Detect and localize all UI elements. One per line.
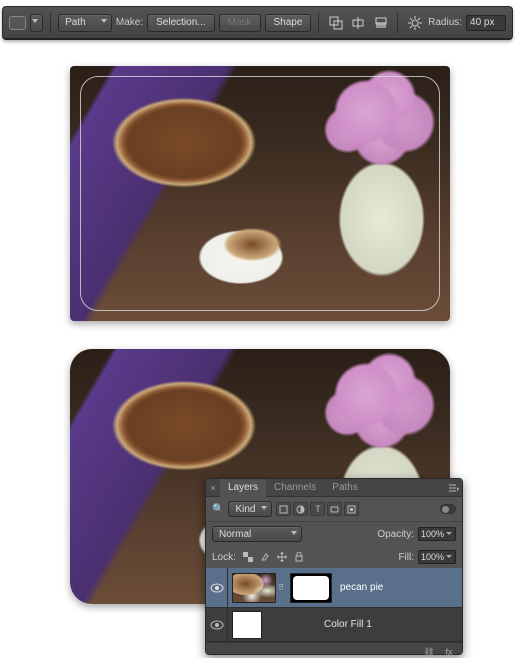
panel-close-icon[interactable]: × <box>206 483 220 493</box>
rounded-rectangle-path[interactable] <box>80 76 440 311</box>
lock-label: Lock: <box>212 552 236 563</box>
layer-thumbnail[interactable] <box>232 573 276 603</box>
filter-icons: T <box>276 502 359 516</box>
filter-row: 🔍 Kind T <box>206 497 462 521</box>
path-arrangement-icon[interactable] <box>372 14 391 32</box>
selection-button[interactable]: Selection... <box>147 14 214 32</box>
panel-header: × Layers Channels Paths <box>206 479 462 497</box>
panel-footer: ⛓ fx <box>206 642 462 654</box>
make-label: Make: <box>116 17 143 28</box>
lock-all-icon[interactable] <box>291 550 307 564</box>
filter-kind-label: Kind <box>235 504 255 515</box>
fill-label: Fill: <box>398 552 414 563</box>
path-operations-icon[interactable] <box>326 14 345 32</box>
lock-pixels-icon[interactable] <box>257 550 273 564</box>
divider <box>50 13 51 33</box>
opacity-label: Opacity: <box>377 529 414 540</box>
tool-preset-dropdown[interactable] <box>30 14 43 32</box>
divider <box>318 13 319 33</box>
tool-mode-label: Path <box>65 17 86 28</box>
panel-menu-icon[interactable] <box>446 484 462 492</box>
filter-smart-icon[interactable] <box>344 502 359 516</box>
fill-value: 100% <box>421 552 444 562</box>
filter-type-icon[interactable]: T <box>310 502 325 516</box>
layer-row[interactable]: Color Fill 1 <box>206 608 462 642</box>
filter-kind-dropdown[interactable]: Kind <box>228 501 272 517</box>
tab-paths[interactable]: Paths <box>324 479 366 497</box>
shape-button[interactable]: Shape <box>265 14 312 32</box>
layer-thumbnail[interactable] <box>232 611 262 639</box>
filter-shape-icon[interactable] <box>327 502 342 516</box>
divider <box>397 13 398 33</box>
layer-name[interactable]: Color Fill 1 <box>324 619 372 630</box>
lock-icons <box>240 550 307 564</box>
tab-layers[interactable]: Layers <box>220 479 266 497</box>
tool-mode-dropdown[interactable]: Path <box>58 14 112 32</box>
settings-gear-icon[interactable] <box>405 14 424 32</box>
link-layers-icon[interactable]: ⛓ <box>422 646 436 658</box>
panel-tabs: Layers Channels Paths <box>220 479 446 497</box>
blend-mode-label: Normal <box>219 529 251 540</box>
radius-label: Radius: <box>428 17 462 28</box>
layers-list: ⠿ pecan pie Color Fill 1 <box>206 568 462 642</box>
layer-row[interactable]: ⠿ pecan pie <box>206 568 462 608</box>
filter-pixel-icon[interactable] <box>276 502 291 516</box>
blend-row: Normal Opacity: 100% <box>206 521 462 546</box>
filter-toggle-switch[interactable] <box>440 504 456 514</box>
eye-icon <box>210 583 224 593</box>
lock-row: Lock: Fill: 100% <box>206 546 462 568</box>
layer-name[interactable]: pecan pie <box>340 582 383 593</box>
mask-button[interactable]: Mask <box>219 14 261 32</box>
tab-channels[interactable]: Channels <box>266 479 324 497</box>
shape-tool-preview[interactable] <box>9 16 26 30</box>
lock-position-icon[interactable] <box>274 550 290 564</box>
eye-icon <box>210 620 224 630</box>
blend-mode-dropdown[interactable]: Normal <box>212 526 302 542</box>
opacity-field[interactable]: 100% <box>418 527 456 541</box>
layer-style-icon[interactable]: fx <box>442 646 456 658</box>
visibility-toggle[interactable] <box>206 608 228 641</box>
link-icon[interactable]: ⠿ <box>276 583 286 592</box>
opacity-value: 100% <box>421 529 444 539</box>
document-image-top[interactable] <box>70 66 450 321</box>
fill-field[interactable]: 100% <box>418 550 456 564</box>
layer-mask-thumbnail[interactable] <box>290 573 332 603</box>
options-bar: Path Make: Selection... Mask Shape Radiu… <box>2 6 513 40</box>
filter-adjustment-icon[interactable] <box>293 502 308 516</box>
radius-input[interactable] <box>466 15 506 31</box>
layers-panel: × Layers Channels Paths 🔍 Kind T Normal <box>205 478 463 655</box>
path-alignment-icon[interactable] <box>349 14 368 32</box>
visibility-toggle[interactable] <box>206 568 228 607</box>
filter-search-icon[interactable]: 🔍 <box>212 504 224 515</box>
lock-transparency-icon[interactable] <box>240 550 256 564</box>
